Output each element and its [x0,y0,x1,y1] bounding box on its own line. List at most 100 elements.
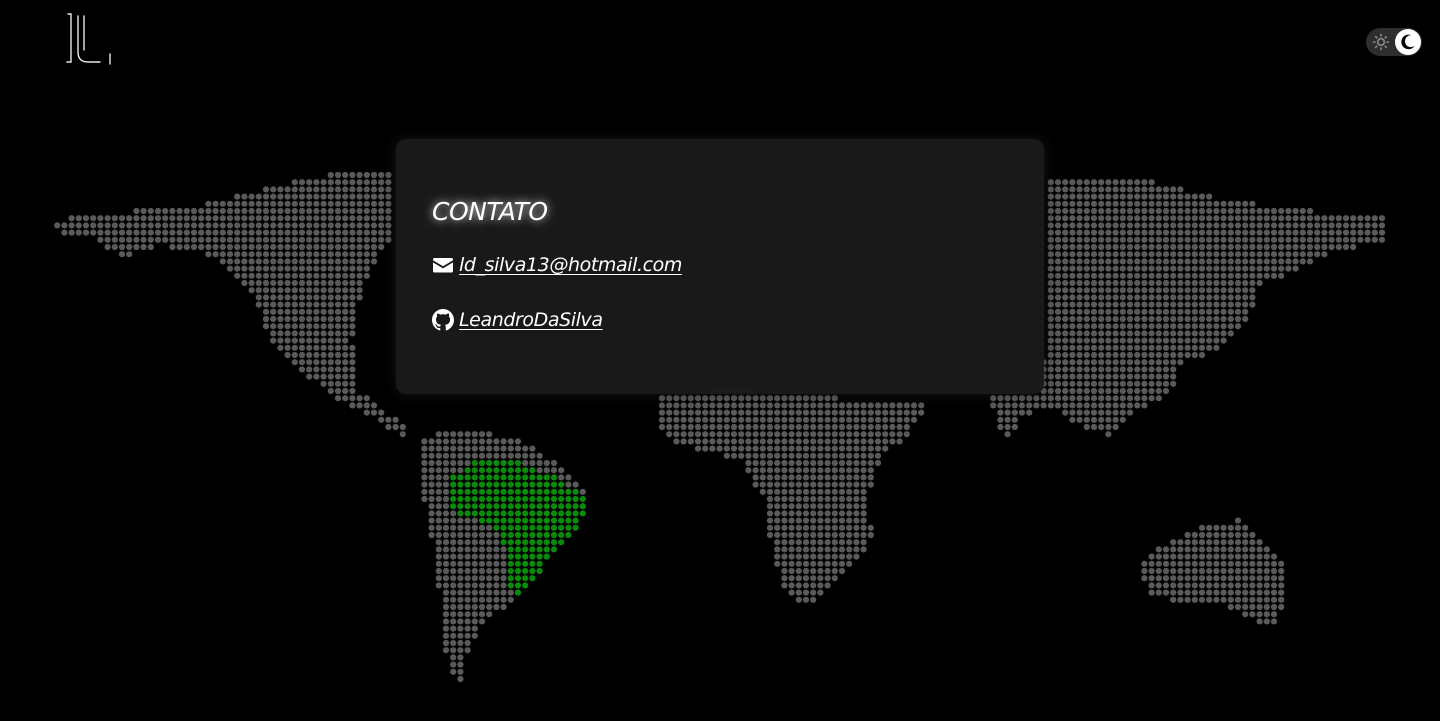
map-dot [1292,236,1299,243]
map-dot [140,236,147,243]
site-logo[interactable] [62,12,116,66]
map-dot [810,409,817,416]
map-dot [464,603,471,611]
map-dot [867,459,874,467]
map-dot [1069,229,1076,236]
email-link[interactable]: ld_silva13@hotmail.com [459,254,682,276]
map-dot [1227,294,1234,301]
map-dot [169,236,176,243]
map-dot [788,589,795,596]
map-dot [788,459,795,467]
map-dot [450,625,457,632]
map-dot [500,438,507,445]
map-dot [1126,373,1134,380]
map-dot [1170,380,1177,387]
map-dot [442,459,450,467]
map-dot [421,452,428,459]
map-dot [435,495,442,503]
map-dot [687,423,694,431]
map-dot [817,431,824,438]
map-dot [507,589,514,596]
map-dot [1112,344,1119,351]
map-dot [1162,387,1170,395]
map-dot [370,200,378,207]
map-dot [486,611,493,618]
map-dot [1047,301,1054,308]
map-dot [1263,236,1270,243]
map-dot [255,243,262,251]
map-dot [824,510,831,517]
map-dot [320,308,327,315]
map-dot [1141,380,1148,387]
map-dot [752,481,759,488]
map-dot [133,215,140,222]
map-dot [781,539,788,546]
map-dot [1134,265,1141,272]
map-dot [104,222,111,229]
map-dot [306,351,313,359]
map-dot [291,337,298,344]
map-dot [802,553,810,560]
map-dot [1234,236,1242,243]
map-dot [1162,567,1170,575]
map-dot [1249,279,1256,287]
map-dot [759,452,766,459]
map-dot [1256,272,1263,279]
map-dot [356,395,363,402]
map-dot-brazil [536,560,543,567]
map-dot [1004,423,1011,431]
map-dot [1119,179,1126,186]
map-dot [766,445,774,452]
map-dot [1083,323,1090,330]
map-dot [1126,265,1134,272]
map-dot [154,222,162,229]
map-dot [774,546,781,553]
map-dot [752,467,759,474]
map-dot [349,272,356,279]
map-dot [320,380,327,387]
map-dot [1162,359,1170,366]
map-dot [795,481,802,488]
map-dot-brazil [536,567,543,575]
map-dot [1076,287,1083,294]
map-dot [313,265,320,272]
map-dot [903,409,910,416]
map-dot [198,229,205,236]
map-dot [889,402,896,409]
theme-toggle[interactable] [1366,28,1422,56]
map-dot [1263,567,1270,575]
map-dot [1148,567,1155,575]
map-dot [327,251,334,258]
map-dot [90,222,97,229]
map-dot [860,452,867,459]
map-dot [1198,222,1206,229]
map-dot [219,243,226,251]
toggle-knob[interactable] [1395,29,1421,55]
map-dot-brazil [507,546,514,553]
map-dot [82,215,90,222]
map-dot [817,589,824,596]
map-dot [1126,402,1134,409]
map-dot [183,207,190,215]
map-dot [1062,207,1069,215]
map-dot [1054,215,1062,222]
map-dot [1076,229,1083,236]
page: CONTATO ld_silva13@hotmail.com LeandroDa… [0,0,1440,721]
map-dot [277,315,284,323]
map-dot [471,438,478,445]
map-dot [349,229,356,236]
map-dot [846,510,853,517]
map-dot [1227,531,1234,539]
map-dot [1206,546,1213,553]
map-dot-brazil [536,546,543,553]
map-dot [1090,315,1098,323]
map-dot [1227,330,1234,337]
map-dot-brazil [550,481,558,488]
map-dot [1155,330,1162,337]
map-dot-brazil [478,503,486,510]
map-dot-brazil [450,495,457,503]
github-link[interactable]: LeandroDaSilva [459,309,603,331]
map-dot [291,344,298,351]
map-dot [378,193,385,200]
map-dot [1292,222,1299,229]
